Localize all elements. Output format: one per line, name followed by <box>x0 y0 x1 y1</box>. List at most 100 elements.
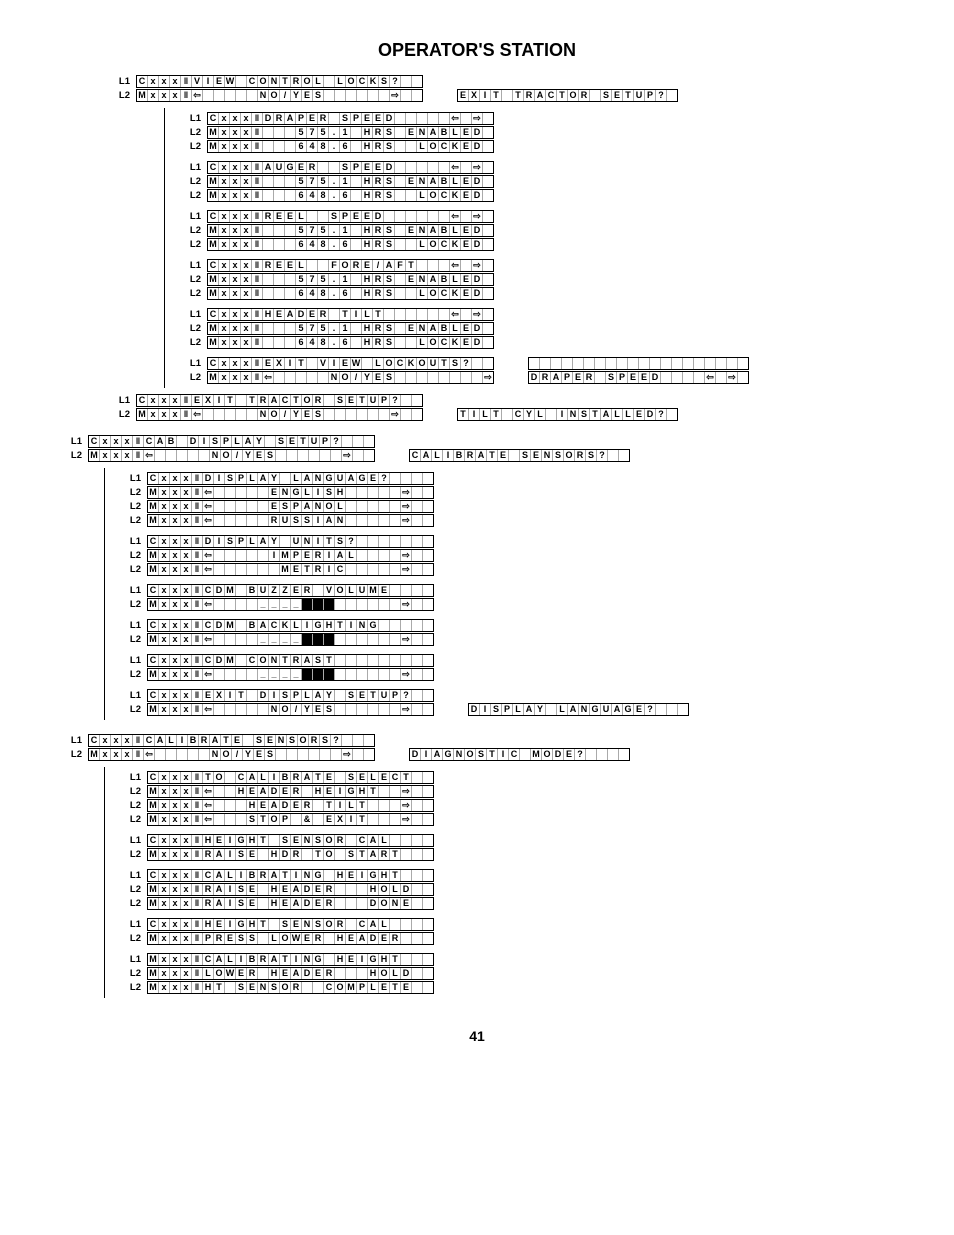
line-label: L1 <box>108 395 136 406</box>
lcd-row: Mxxx‖RAISE HDR TO START <box>147 848 434 861</box>
line-label: L2 <box>119 814 147 825</box>
line-label: L1 <box>60 735 88 746</box>
lcd-row: Mxxx‖575.1HRSENABLED <box>207 273 494 286</box>
line-label: L2 <box>60 450 88 461</box>
line-label: L1 <box>179 211 207 222</box>
lcd-row: Mxxx‖648.6HRSLOCKED <box>207 189 494 202</box>
line-label: L1 <box>119 655 147 666</box>
lcd-side: DRAPER SPEED⇦⇨ <box>528 371 749 384</box>
lcd-row: Mxxx‖575.1HRSENABLED <box>207 224 494 237</box>
lcd-row: Mxxx‖⇦NO/YES⇨ <box>147 703 434 716</box>
lcd-row: Mxxx‖575.1HRSENABLED <box>207 126 494 139</box>
line-label: L1 <box>60 436 88 447</box>
line-label: L2 <box>179 127 207 138</box>
line-label: L2 <box>119 669 147 680</box>
lcd-row: Mxxx‖⇦RUSSIAN⇨ <box>147 514 434 527</box>
line-label: L2 <box>179 190 207 201</box>
lcd-row: Mxxx‖575.1HRSENABLED <box>207 322 494 335</box>
lcd-row: Cxxx‖CDM BACKLIGHTING <box>147 619 434 632</box>
line-label: L2 <box>119 800 147 811</box>
line-label: L2 <box>179 274 207 285</box>
line-label: L2 <box>119 898 147 909</box>
lcd-row: Mxxx‖648.6HRSLOCKED <box>207 238 494 251</box>
line-label: L2 <box>108 409 136 420</box>
lcd-row: Mxxx‖⇦NO/YES⇨ <box>88 449 375 462</box>
lcd-row: Mxxx‖⇦HEADER TILT⇨ <box>147 799 434 812</box>
lcd-row: Mxxx‖⇦NO/YES⇨ <box>136 89 423 102</box>
line-label: L1 <box>119 772 147 783</box>
line-label: L2 <box>119 564 147 575</box>
line-label: L2 <box>179 239 207 250</box>
line-label: L2 <box>119 515 147 526</box>
lcd-side <box>528 357 749 370</box>
line-label: L1 <box>119 835 147 846</box>
lcd-row: Cxxx‖VIEW CONTROL LOCKS? <box>136 75 423 88</box>
line-label: L1 <box>179 113 207 124</box>
lcd-row: Cxxx‖EXIT VIEW LOCKOUTS? <box>207 357 494 370</box>
lcd-row: Mxxx‖⇦HEADER HEIGHT⇨ <box>147 785 434 798</box>
line-label: L2 <box>119 968 147 979</box>
line-label: L1 <box>179 309 207 320</box>
line-label: L1 <box>119 585 147 596</box>
line-label: L2 <box>119 982 147 993</box>
line-label: L2 <box>119 704 147 715</box>
line-label: L2 <box>179 372 207 383</box>
line-label: L1 <box>119 954 147 965</box>
line-label: L1 <box>119 536 147 547</box>
lcd-row: Cxxx‖TO CALIBRATE SELECT <box>147 771 434 784</box>
lcd-row: Mxxx‖⇦NO/YES⇨ <box>88 748 375 761</box>
lcd-row: Cxxx‖HEIGHT SENSOR CAL <box>147 918 434 931</box>
line-label: L1 <box>179 162 207 173</box>
line-label: L2 <box>179 323 207 334</box>
page-title: OPERATOR'S STATION <box>60 40 894 61</box>
line-label: L2 <box>179 225 207 236</box>
line-label: L2 <box>108 90 136 101</box>
lcd-row: Mxxx‖HT SENSORCOMPLETE <box>147 981 434 994</box>
lcd-row: Cxxx‖CAB DISPLAY SETUP? <box>88 435 375 448</box>
lcd-row: Cxxx‖REEL FORE/AFT⇦⇨ <box>207 259 494 272</box>
lcd-row: Cxxx‖CALIBRATE SENSORS? <box>88 734 375 747</box>
line-label: L2 <box>179 141 207 152</box>
lcd-row: Cxxx‖CALIBRATING HEIGHT <box>147 869 434 882</box>
lcd-row: Cxxx‖DRAPER SPEED⇦⇨ <box>207 112 494 125</box>
lcd-row: Mxxx‖⇦ENGLISH⇨ <box>147 486 434 499</box>
line-label: L1 <box>108 76 136 87</box>
line-label: L2 <box>179 288 207 299</box>
lcd-row: Cxxx‖AUGER SPEED⇦⇨ <box>207 161 494 174</box>
lcd-row: Cxxx‖EXIT TRACTOR SETUP? <box>136 394 423 407</box>
line-label: L1 <box>119 473 147 484</box>
line-label: L1 <box>119 870 147 881</box>
line-label: L2 <box>179 337 207 348</box>
page-number: 41 <box>60 1028 894 1044</box>
lcd-row: Mxxx‖LOWER HEADERHOLD <box>147 967 434 980</box>
lcd-row: Mxxx‖648.6HRSLOCKED <box>207 140 494 153</box>
line-label: L1 <box>119 620 147 631</box>
line-label: L2 <box>119 849 147 860</box>
line-label: L2 <box>119 550 147 561</box>
line-label: L1 <box>179 358 207 369</box>
lcd-row: Cxxx‖HEADER TILT⇦⇨ <box>207 308 494 321</box>
line-label: L2 <box>119 933 147 944</box>
lcd-row: Mxxx‖⇦____⇨ <box>147 598 434 611</box>
line-label: L2 <box>119 634 147 645</box>
lcd-row: Cxxx‖CDM CONTRAST <box>147 654 434 667</box>
lcd-side: DISPLAY LANGUAGE? <box>468 703 689 716</box>
lcd-row: Cxxx‖DISPLAY UNITS? <box>147 535 434 548</box>
lcd-row: Mxxx‖575.1HRSENABLED <box>207 175 494 188</box>
lcd-side: TILT CYL INSTALLED? <box>457 408 678 421</box>
line-label: L2 <box>119 786 147 797</box>
lcd-row: Mxxx‖⇦NO/YES⇨ <box>207 371 494 384</box>
line-label: L2 <box>119 599 147 610</box>
line-label: L1 <box>179 260 207 271</box>
lcd-row: Cxxx‖EXIT DISPLAY SETUP? <box>147 689 434 702</box>
lcd-row: Mxxx‖⇦ESPANOL⇨ <box>147 500 434 513</box>
line-label: L2 <box>179 176 207 187</box>
lcd-row: Mxxx‖RAISE HEADERHOLD <box>147 883 434 896</box>
line-label: L2 <box>60 749 88 760</box>
line-label: L1 <box>119 690 147 701</box>
menu-tree: L1 Cxxx‖VIEW CONTROL LOCKS? L2 Mxxx‖⇦NO/… <box>60 75 894 998</box>
lcd-row: Mxxx‖PRESS LOWER HEADER <box>147 932 434 945</box>
lcd-side: CALIBRATE SENSORS? <box>409 449 630 462</box>
lcd-row: Mxxx‖⇦METRIC⇨ <box>147 563 434 576</box>
lcd-row: Mxxx‖648.6HRSLOCKED <box>207 336 494 349</box>
